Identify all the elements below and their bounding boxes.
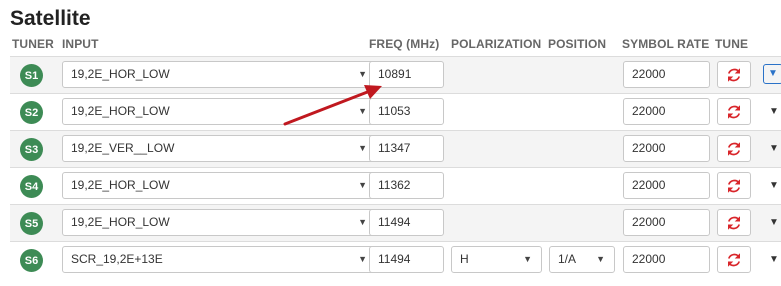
tuner-row-s2: S2 19,2E_HOR_LOW ▼ 11053 22000 ▼ <box>10 93 781 131</box>
refresh-icon <box>727 141 741 156</box>
refresh-icon <box>727 178 741 193</box>
symbol-rate-input[interactable]: 22000 <box>623 209 710 236</box>
polarization-select[interactable]: H ▼ <box>451 246 542 273</box>
header-freq: FREQ (MHz) <box>369 37 440 51</box>
refresh-icon <box>727 252 741 267</box>
caret-down-icon[interactable]: ▼ <box>766 252 781 268</box>
caret-down-icon: ▼ <box>358 254 367 264</box>
caret-down-icon: ▼ <box>523 254 532 264</box>
input-select-value: 19,2E_HOR_LOW <box>71 67 170 81</box>
tune-button[interactable] <box>717 246 751 273</box>
input-select[interactable]: 19,2E_HOR_LOW ▼ <box>62 61 377 88</box>
input-select[interactable]: 19,2E_VER__LOW ▼ <box>62 135 377 162</box>
caret-down-icon: ▼ <box>358 217 367 227</box>
tuner-row-s1: S1 19,2E_HOR_LOW ▼ 10891 22000 ▼ <box>10 56 781 94</box>
input-select-value: 19,2E_VER__LOW <box>71 141 175 155</box>
tuner-badge: S2 <box>20 101 43 124</box>
input-select-value: SCR_19,2E+13E <box>71 252 163 266</box>
tune-button[interactable] <box>717 209 751 236</box>
caret-down-icon: ▼ <box>358 106 367 116</box>
header-polarization: POLARIZATION <box>451 37 542 51</box>
freq-input[interactable]: 11362 <box>369 172 444 199</box>
position-value: 1/A <box>558 252 577 266</box>
tuner-badge: S4 <box>20 175 43 198</box>
freq-input[interactable]: 11494 <box>369 246 444 273</box>
freq-input[interactable]: 11347 <box>369 135 444 162</box>
input-select-value: 19,2E_HOR_LOW <box>71 215 170 229</box>
page-title: Satellite <box>10 7 91 30</box>
tune-button[interactable] <box>717 172 751 199</box>
tuner-badge: S6 <box>20 249 43 272</box>
caret-down-icon: ▼ <box>596 254 605 264</box>
tune-button[interactable] <box>717 98 751 125</box>
symbol-rate-input[interactable]: 22000 <box>623 246 710 273</box>
position-select[interactable]: 1/A ▼ <box>549 246 615 273</box>
symbol-rate-input[interactable]: 22000 <box>623 98 710 125</box>
caret-down-icon[interactable]: ▼ <box>763 64 781 84</box>
freq-input[interactable]: 10891 <box>369 61 444 88</box>
header-symbol-rate: SYMBOL RATE <box>622 37 710 51</box>
freq-input[interactable]: 11053 <box>369 98 444 125</box>
caret-down-icon: ▼ <box>358 69 367 79</box>
input-select[interactable]: SCR_19,2E+13E ▼ <box>62 246 377 273</box>
input-select[interactable]: 19,2E_HOR_LOW ▼ <box>62 209 377 236</box>
input-select-value: 19,2E_HOR_LOW <box>71 104 170 118</box>
tune-button[interactable] <box>717 61 751 88</box>
polarization-value: H <box>460 252 469 266</box>
refresh-icon <box>727 215 741 230</box>
tune-button[interactable] <box>717 135 751 162</box>
header-position: POSITION <box>548 37 607 51</box>
caret-down-icon[interactable]: ▼ <box>766 178 781 194</box>
symbol-rate-input[interactable]: 22000 <box>623 172 710 199</box>
freq-input[interactable]: 11494 <box>369 209 444 236</box>
symbol-rate-input[interactable]: 22000 <box>623 135 710 162</box>
tuner-badge: S3 <box>20 138 43 161</box>
input-select[interactable]: 19,2E_HOR_LOW ▼ <box>62 172 377 199</box>
tuner-row-s3: S3 19,2E_VER__LOW ▼ 11347 22000 ▼ <box>10 130 781 168</box>
input-select-value: 19,2E_HOR_LOW <box>71 178 170 192</box>
caret-down-icon: ▼ <box>358 143 367 153</box>
tuner-row-s4: S4 19,2E_HOR_LOW ▼ 11362 22000 ▼ <box>10 167 781 205</box>
header-tuner: TUNER <box>12 37 54 51</box>
tuner-badge: S1 <box>20 64 43 87</box>
refresh-icon <box>727 104 741 119</box>
input-select[interactable]: 19,2E_HOR_LOW ▼ <box>62 98 377 125</box>
caret-down-icon[interactable]: ▼ <box>766 104 781 120</box>
caret-down-icon: ▼ <box>358 180 367 190</box>
refresh-icon <box>727 67 741 82</box>
header-tune: TUNE <box>715 37 749 51</box>
tuner-row-s5: S5 19,2E_HOR_LOW ▼ 11494 22000 ▼ <box>10 204 781 242</box>
caret-down-icon[interactable]: ▼ <box>766 141 781 157</box>
tuner-row-s6: S6 SCR_19,2E+13E ▼ 11494 H ▼ 1/A ▼ 22000… <box>10 241 781 279</box>
symbol-rate-input[interactable]: 22000 <box>623 61 710 88</box>
header-input: INPUT <box>62 37 99 51</box>
tuner-badge: S5 <box>20 212 43 235</box>
caret-down-icon[interactable]: ▼ <box>766 215 781 231</box>
